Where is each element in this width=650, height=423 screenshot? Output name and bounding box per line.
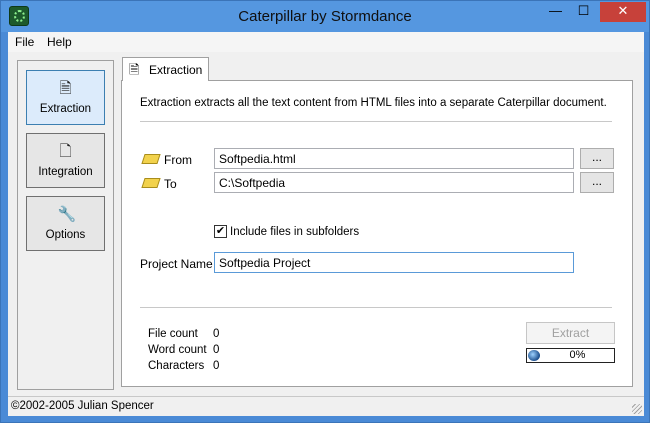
project-name-label: Project Name <box>140 257 213 271</box>
file-count-label: File count <box>148 328 198 340</box>
minimize-button[interactable]: — <box>542 2 569 22</box>
status-bar: ©2002-2005 Julian Spencer <box>8 396 644 416</box>
characters-value: 0 <box>213 360 220 372</box>
menu-file[interactable]: File <box>15 35 34 49</box>
sidebar-item-extraction[interactable]: 🗎 Extraction <box>26 70 105 125</box>
progress-text: 0% <box>569 349 586 361</box>
extraction-description: Extraction extracts all the text content… <box>140 97 607 109</box>
menu-help[interactable]: Help <box>47 35 72 49</box>
sidebar-item-label: Integration <box>38 166 93 178</box>
close-button[interactable]: ✕ <box>600 2 646 22</box>
menu-bar: File Help <box>8 32 644 52</box>
divider <box>140 121 612 122</box>
extraction-progress-bar: 0% <box>526 348 615 363</box>
to-browse-button[interactable]: ... <box>580 172 614 193</box>
sidebar-item-options[interactable]: 🔧 Options <box>26 196 105 251</box>
client-area: File Help 🗎 Extraction 🗋 Integration 🔧 O… <box>8 32 644 416</box>
wrench-icon: 🔧 <box>57 206 77 223</box>
to-label: To <box>164 177 177 191</box>
extract-button[interactable]: Extract <box>526 322 615 344</box>
from-label: From <box>164 153 192 167</box>
divider <box>140 307 612 308</box>
document-arrow-icon: 🗎 <box>59 80 72 97</box>
globe-icon <box>528 350 540 361</box>
word-count-label: Word count <box>148 344 207 356</box>
sidebar-item-integration[interactable]: 🗋 Integration <box>26 133 105 188</box>
sidebar-item-label: Options <box>45 229 86 241</box>
sidebar-item-label: Extraction <box>39 103 92 115</box>
from-input[interactable] <box>214 148 574 169</box>
folder-icon <box>141 178 161 188</box>
document-plus-icon: 🗋 <box>59 143 72 160</box>
to-input[interactable] <box>214 172 574 193</box>
tab-label: Extraction <box>149 63 203 77</box>
extraction-panel: Extraction extracts all the text content… <box>121 80 633 387</box>
word-count-value: 0 <box>213 344 220 356</box>
app-window: Caterpillar by Stormdance — ☐ ✕ File Hel… <box>0 0 650 423</box>
characters-label: Characters <box>148 360 205 372</box>
project-name-input[interactable] <box>214 252 574 273</box>
from-browse-button[interactable]: ... <box>580 148 614 169</box>
resize-grip[interactable] <box>632 404 642 414</box>
document-arrow-icon: 🗎 <box>129 62 140 77</box>
folder-icon <box>141 154 161 164</box>
include-subfolders-label[interactable]: Include files in subfolders <box>230 226 359 238</box>
title-bar[interactable]: Caterpillar by Stormdance — ☐ ✕ <box>1 1 649 32</box>
maximize-button[interactable]: ☐ <box>570 2 597 22</box>
file-count-value: 0 <box>213 328 220 340</box>
include-subfolders-checkbox[interactable]: ✔ <box>214 225 227 238</box>
sidebar: 🗎 Extraction 🗋 Integration 🔧 Options <box>17 60 114 390</box>
copyright-text: ©2002-2005 Julian Spencer <box>11 400 154 412</box>
tab-extraction[interactable]: 🗎 Extraction <box>122 57 209 81</box>
